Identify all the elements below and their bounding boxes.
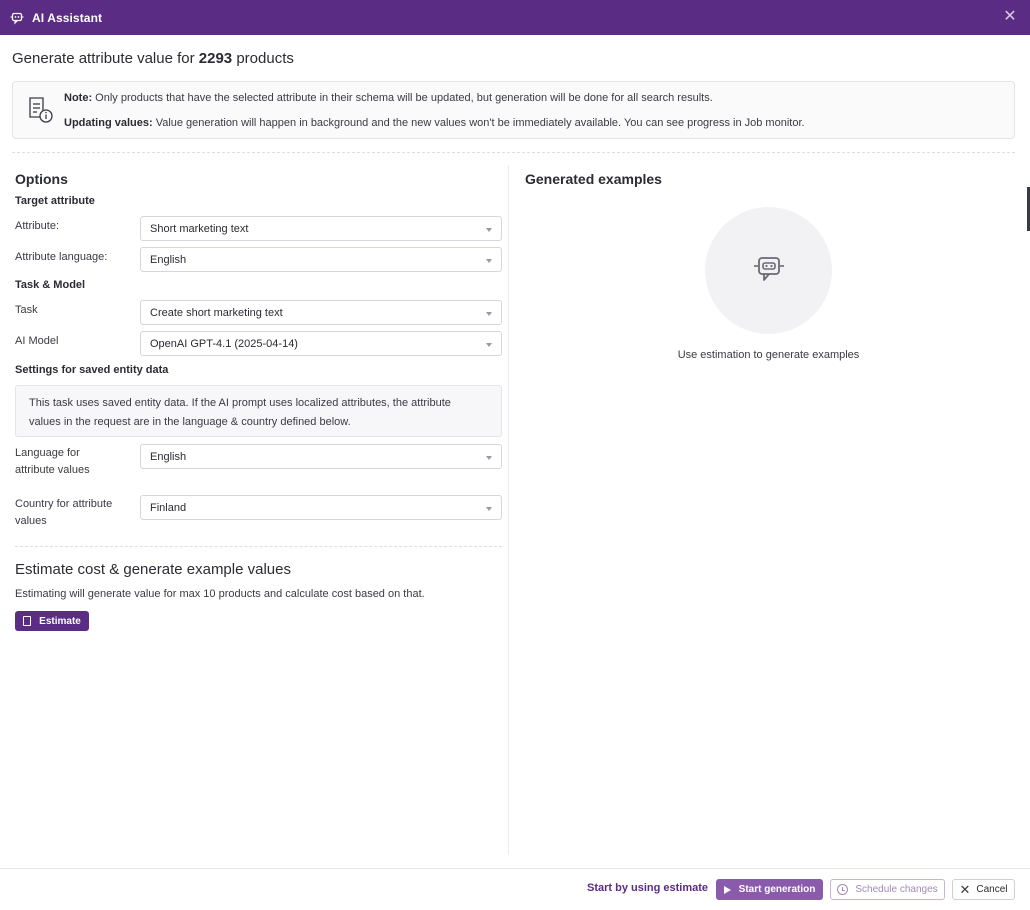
task-select[interactable]: Create short marketing text [140,300,502,325]
chevron-down-icon [486,228,492,232]
empty-state-illustration [705,207,832,334]
estimate-title: Estimate cost & generate example values [15,561,291,578]
attribute-language-label: Attribute language: [15,251,108,263]
saved-entity-info: This task uses saved entity data. If the… [15,385,502,437]
note-line-1: Note: Only products that have the select… [64,92,713,104]
close-icon: ✕ [959,881,971,897]
cancel-label: Cancel [976,884,1008,895]
attribute-select[interactable]: Short marketing text [140,216,502,241]
generated-examples-title: Generated examples [525,171,662,187]
language-for-values-select[interactable]: English [140,444,502,469]
estimate-description: Estimating will generate value for max 1… [15,588,425,600]
attribute-label: Attribute: [15,220,60,232]
robot-chat-icon [751,254,787,287]
dialog-titlebar: AI Assistant ✕ [0,0,1030,35]
start-generation-label: Start generation [738,884,816,895]
options-title: Options [15,171,68,187]
ai-model-select[interactable]: OpenAI GPT-4.1 (2025-04-14) [140,331,502,356]
attribute-language-select[interactable]: English [140,247,502,272]
schedule-changes-label: Schedule changes [855,884,938,895]
footer-divider [0,868,1030,869]
note-panel: Note: Only products that have the select… [12,81,1015,139]
schedule-changes-button[interactable]: Schedule changes [830,879,945,900]
country-for-values-select[interactable]: Finland [140,495,502,520]
generated-examples-hint: Use estimation to generate examples [677,349,860,361]
task-label: Task [15,304,38,316]
footer-hint: Start by using estimate [587,882,709,894]
saved-entity-title: Settings for saved entity data [15,364,169,376]
language-for-values-value: English [150,450,187,463]
chevron-down-icon [486,456,492,460]
dialog-title: AI Assistant [32,10,103,25]
page-title: Generate attribute value for 2293 produc… [12,50,294,67]
country-for-values-value: Finland [150,501,187,514]
task-model-title: Task & Model [15,279,86,291]
estimate-button[interactable]: Estimate [15,611,89,631]
product-count: 2293 [198,50,233,67]
chevron-down-icon [486,507,492,511]
clock-icon [837,884,849,895]
task-select-value: Create short marketing text [150,306,283,319]
document-info-icon [26,95,56,125]
calculator-icon [23,616,32,626]
country-for-values-label: Country for attribute values [15,498,113,527]
estimate-button-label: Estimate [39,615,81,627]
note-line-2: Updating values: Value generation will h… [64,117,805,129]
ai-chat-icon [10,11,24,25]
language-for-values-label: Language for attribute values [15,447,90,476]
play-icon [723,885,731,894]
start-generation-button[interactable]: Start generation [716,879,823,900]
chevron-down-icon [486,343,492,347]
divider [15,546,502,547]
ai-model-label: AI Model [15,335,59,347]
attribute-language-value: English [150,253,187,266]
attribute-select-value: Short marketing text [150,222,249,235]
cancel-button[interactable]: ✕ Cancel [952,879,1015,900]
target-attribute-title: Target attribute [15,195,95,207]
divider [12,152,1015,153]
column-divider [508,165,509,855]
chevron-down-icon [486,312,492,316]
ai-model-select-value: OpenAI GPT-4.1 (2025-04-14) [150,337,298,350]
close-icon[interactable]: ✕ [1002,9,1018,25]
chevron-down-icon [486,259,492,263]
